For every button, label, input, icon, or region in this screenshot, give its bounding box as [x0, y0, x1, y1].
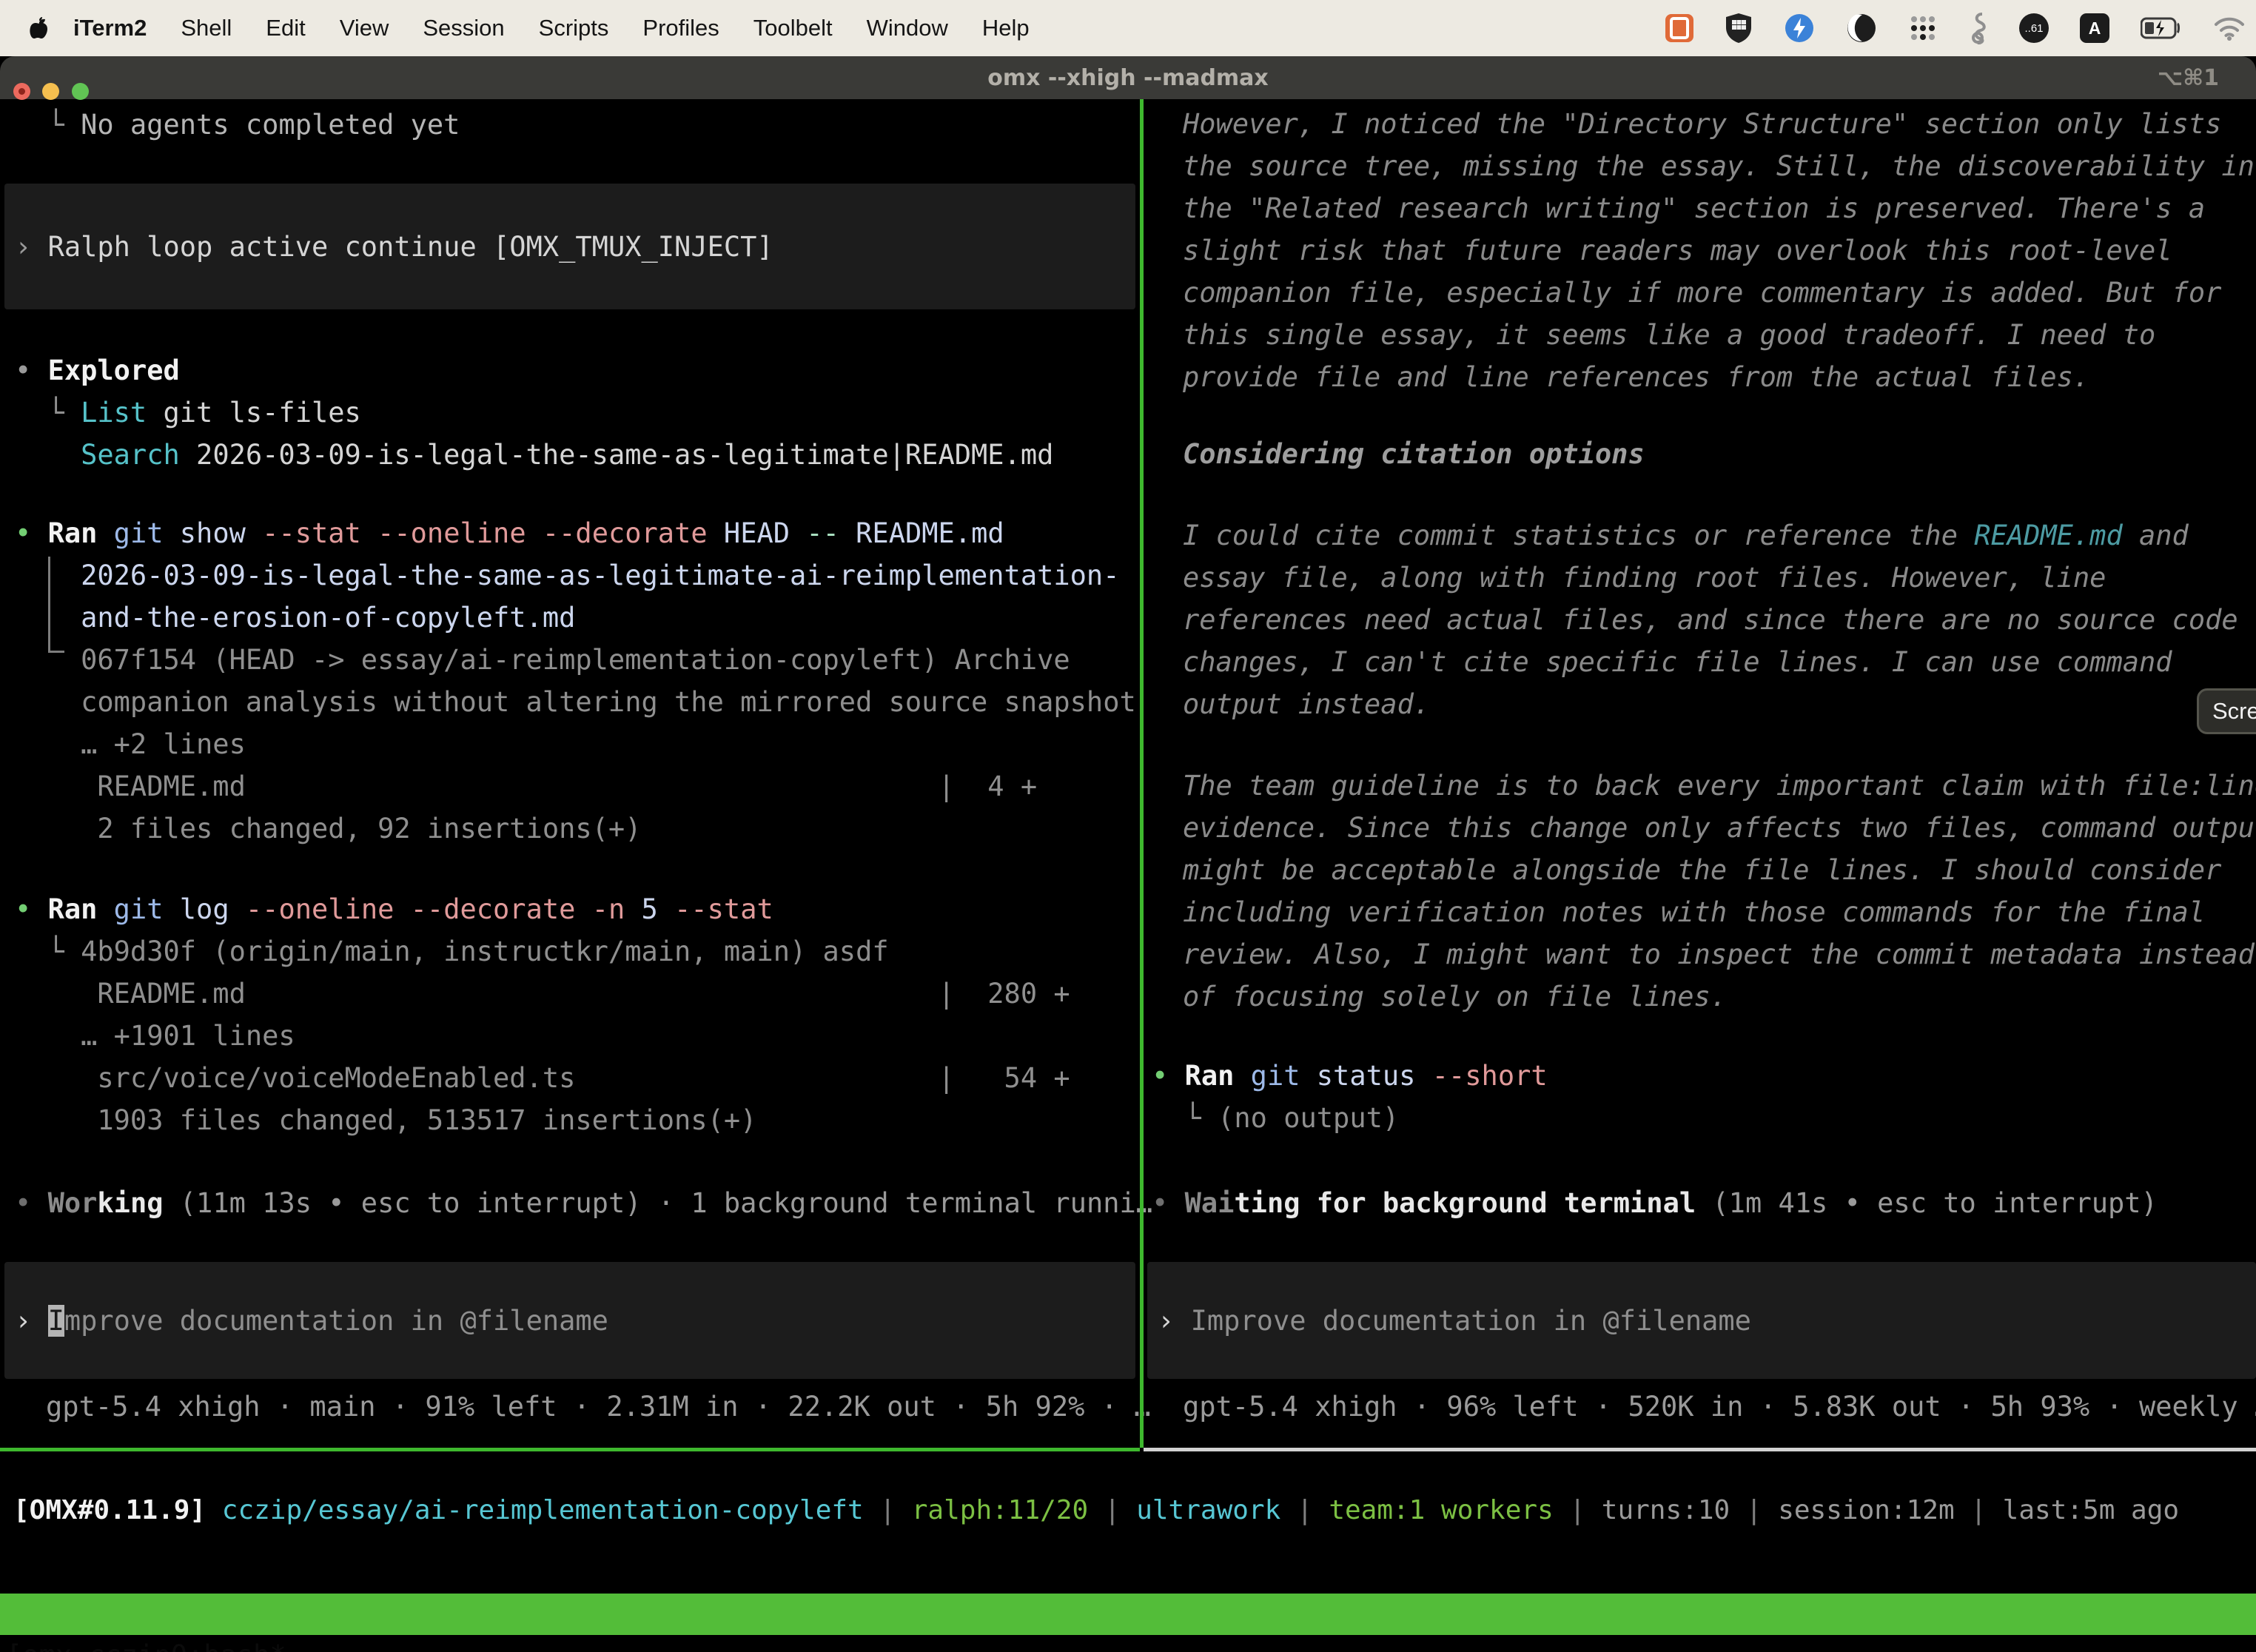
tree-connector-foot: [48, 651, 64, 653]
omx-mode: ultrawork: [1136, 1495, 1280, 1525]
dots-grid-icon[interactable]: [1908, 13, 1938, 43]
apple-icon[interactable]: [30, 16, 49, 40]
thinking-paragraph-2: I could cite commit statistics or refere…: [1183, 514, 2238, 725]
menu-edit[interactable]: Edit: [249, 15, 322, 41]
battery-icon[interactable]: [2141, 17, 2182, 39]
menu-session[interactable]: Session: [406, 15, 521, 41]
thinking-paragraph-1: However, I noticed the "Directory Struct…: [1183, 103, 2255, 398]
menu-window[interactable]: Window: [850, 15, 965, 41]
menu-scripts[interactable]: Scripts: [522, 15, 626, 41]
no-agents-text: No agents completed yet: [81, 109, 460, 141]
readme-link: README.md: [1974, 520, 2122, 551]
menu-shell[interactable]: Shell: [164, 15, 249, 41]
blue-bolt-icon[interactable]: [1784, 13, 1815, 44]
search-action: Search: [81, 439, 180, 471]
omx-version: [OMX#0.11.9]: [13, 1495, 222, 1525]
crescent-circle-icon[interactable]: [1846, 13, 1877, 44]
waiting-status-line: • Waiting for background terminal (1m 41…: [1152, 1182, 2158, 1224]
macos-menu-bar: iTerm2 Shell Edit View Session Scripts P…: [0, 0, 2256, 56]
window-shortcut-hint: ⌥⌘1: [2158, 56, 2219, 99]
squiggle-icon[interactable]: [1969, 12, 1988, 44]
text-cursor: I: [48, 1305, 64, 1337]
left-pane-bottom-border: [0, 1448, 1140, 1451]
menu-status-icons: ..61 A: [1665, 0, 2246, 56]
chat-app-icon[interactable]: [1665, 14, 1693, 42]
thinking-heading: Considering citation options: [1183, 433, 1645, 475]
explored-header: Explored: [48, 355, 180, 386]
ralph-inject-box[interactable]: › Ralph loop active continue [OMX_TMUX_I…: [4, 184, 1135, 309]
omx-status-bar: [OMX#0.11.9] cczip/essay/ai-reimplementa…: [13, 1489, 2179, 1531]
git-show-block: • Ran git show --stat --oneline --decora…: [15, 512, 1136, 850]
pane-divider[interactable]: [1140, 99, 1144, 1448]
tmux-status-bar: [omx-cczip0:bash* "MacBook-Pro-44.local"…: [0, 1594, 2256, 1635]
menu-toolbelt[interactable]: Toolbelt: [736, 15, 850, 41]
working-status-line: • Working (11m 13s • esc to interrupt) ·…: [15, 1182, 1152, 1224]
tmux-session-window[interactable]: [omx-cczip0:bash*: [6, 1635, 286, 1652]
menu-help[interactable]: Help: [965, 15, 1047, 41]
right-model-status: gpt-5.4 xhigh · 96% left · 520K in · 5.8…: [1183, 1386, 2256, 1428]
right-prompt-input[interactable]: › Improve documentation in @filename: [1147, 1262, 2256, 1379]
omx-turns: turns:10: [1602, 1495, 1730, 1525]
git-log-block: • Ran git log --oneline --decorate -n 5 …: [15, 888, 1070, 1141]
left-model-status: gpt-5.4 xhigh · main · 91% left · 2.31M …: [46, 1386, 1150, 1428]
menu-profiles[interactable]: Profiles: [625, 15, 736, 41]
badge-61-icon[interactable]: ..61: [2019, 13, 2049, 43]
omx-ralph-count: ralph:11/20: [912, 1495, 1088, 1525]
omx-worktree-path: cczip/essay/ai-reimplementation-copyleft: [222, 1495, 864, 1525]
omx-last: last:5m ago: [2003, 1495, 2179, 1525]
omx-team: team:1 workers: [1329, 1495, 1553, 1525]
ralph-loop-text: Ralph loop active continue [OMX_TMUX_INJ…: [48, 231, 773, 263]
thinking-paragraph-3: The team guideline is to back every impo…: [1183, 765, 2256, 1018]
screen-notification[interactable]: Scre: [2197, 688, 2256, 734]
agents-status-line: └ No agents completed yet: [15, 104, 460, 146]
screen: iTerm2 Shell Edit View Session Scripts P…: [0, 0, 2256, 1652]
omx-session: session:12m: [1778, 1495, 1954, 1525]
iterm2-window: omx --xhigh --madmax ⌥⌘1 └ No agents com…: [0, 56, 2256, 1652]
window-title-bar[interactable]: omx --xhigh --madmax ⌥⌘1: [0, 56, 2256, 99]
explored-block: • Explored └ List git ls-files Search 20…: [15, 349, 1053, 476]
git-status-block: • Ran git status --short └ (no output): [1152, 1055, 1548, 1139]
wifi-icon[interactable]: [2213, 16, 2246, 41]
keyboard-a-icon[interactable]: A: [2080, 13, 2109, 43]
menu-view[interactable]: View: [323, 15, 406, 41]
window-title: omx --xhigh --madmax: [0, 56, 2256, 99]
tree-connector-vertical: [48, 557, 50, 653]
menu-iterm2[interactable]: iTerm2: [56, 15, 164, 41]
list-action: List: [81, 397, 147, 429]
shield-grid-icon[interactable]: [1725, 13, 1753, 44]
left-prompt-input[interactable]: › Improve documentation in @filename: [4, 1262, 1135, 1379]
right-pane-bottom-border: [1144, 1448, 2256, 1451]
